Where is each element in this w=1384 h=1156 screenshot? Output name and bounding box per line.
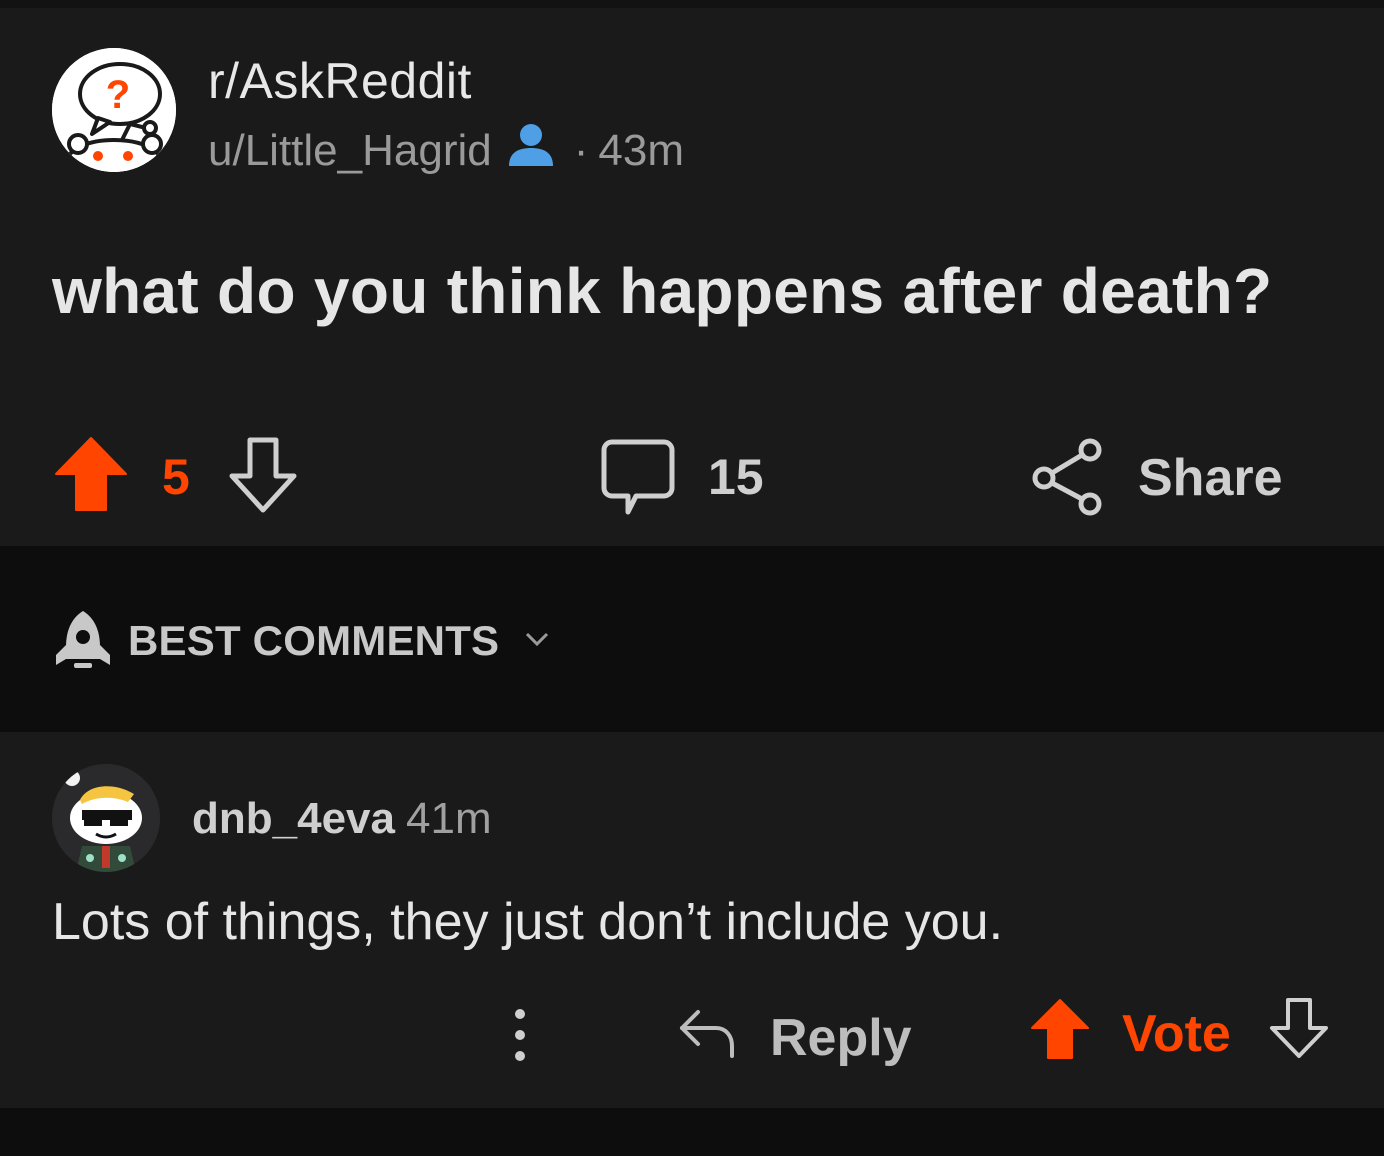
comment-sort-bar: BEST COMMENTS [0,546,1384,732]
downvote-arrow-icon[interactable] [226,436,300,519]
chevron-down-icon [525,631,549,652]
rocket-icon [52,607,114,676]
svg-text:?: ? [106,73,130,117]
post-score: 5 [162,449,190,505]
bottom-divider [0,1108,1384,1156]
post-actions: 5 15 Share [0,428,1384,528]
comment-item: dnb_4eva 41m Lots of things, they just d… [0,732,1384,1108]
comment-author[interactable]: dnb_4eva [192,794,395,844]
reply-button[interactable]: Reply [676,996,926,1076]
post-card: ? r/AskReddit u/Little_Hagrid · 43m what… [0,8,1384,546]
post-title[interactable]: what do you think happens after death? [52,254,1272,328]
subreddit-avatar[interactable]: ? [52,48,176,172]
post-meta: u/Little_Hagrid · 43m [208,122,684,179]
share-button[interactable]: Share [1030,434,1290,518]
comment-age: 41m [406,794,492,843]
reply-label: Reply [770,1009,912,1067]
upvote-arrow-icon[interactable] [54,436,128,517]
comment-count[interactable]: 15 [708,448,764,506]
post-age: 43m [598,125,684,175]
comment-actions: Reply Vote [0,992,1384,1082]
subreddit-name[interactable]: r/AskReddit [208,52,472,110]
comment-downvote-arrow-icon[interactable] [1268,996,1330,1065]
comment-bubble-icon[interactable] [600,438,676,521]
reply-arrow-icon [676,1006,738,1065]
user-avatar-snoo[interactable] [52,764,160,872]
user-icon [506,122,556,179]
share-icon [1030,434,1106,523]
comment-upvote-arrow-icon[interactable] [1030,998,1090,1065]
vote-label: Vote [1122,1005,1231,1063]
top-divider [0,0,1384,8]
sort-button[interactable]: BEST COMMENTS [52,606,549,676]
more-options-icon[interactable] [508,1002,532,1073]
comment-body: Lots of things, they just don’t include … [52,893,1004,951]
meta-separator: · [573,125,589,175]
sort-label: BEST COMMENTS [128,617,500,664]
askreddit-snoo-icon: ? [52,48,176,172]
share-label: Share [1138,449,1283,507]
post-author[interactable]: u/Little_Hagrid [208,126,492,176]
